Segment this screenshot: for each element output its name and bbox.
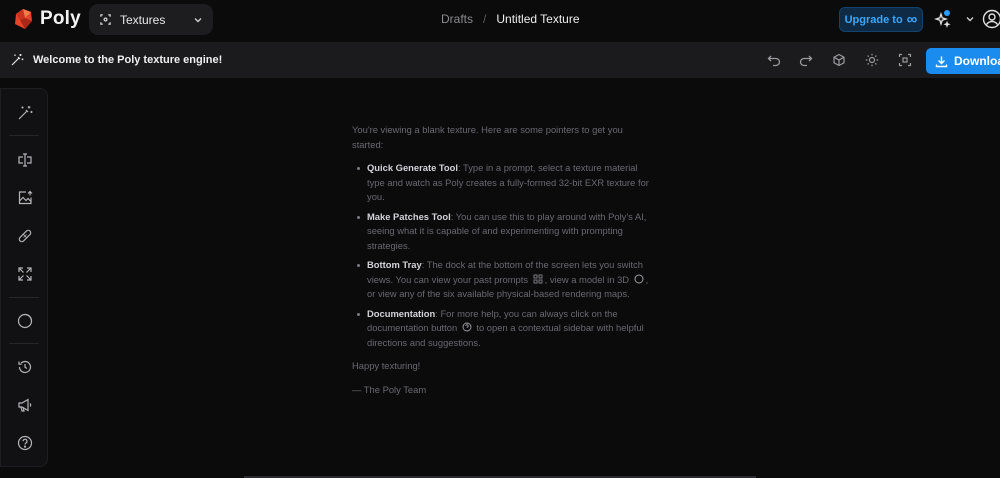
breadcrumb-drafts[interactable]: Drafts <box>441 12 473 26</box>
tip-title: Quick Generate Tool <box>367 162 458 173</box>
upgrade-label: Upgrade to <box>844 13 903 26</box>
signature-text: — The Poly Team <box>352 383 427 395</box>
download-button[interactable]: Download <box>926 48 1000 74</box>
texture-icon <box>100 14 111 25</box>
sidebar-divider <box>9 135 39 136</box>
redo-icon[interactable] <box>799 53 813 67</box>
project-type-select[interactable]: Textures <box>89 4 213 35</box>
download-label: Download <box>954 54 1000 68</box>
tip-title: Make Patches Tool <box>367 210 451 222</box>
expand-icon[interactable] <box>17 266 33 282</box>
tip-text: , view a model in 3D <box>544 273 630 285</box>
logo[interactable]: Poly <box>12 8 81 30</box>
cube-icon[interactable] <box>832 53 846 67</box>
image-upload-icon[interactable] <box>17 190 33 206</box>
list-item: Make Patches Tool: You can use this to p… <box>352 210 652 254</box>
texture-title[interactable]: Untitled Texture <box>496 12 579 26</box>
list-item: Bottom Tray: The dock at the bottom of t… <box>352 258 652 302</box>
tool-sidebar <box>0 88 48 467</box>
magic-wand-icon <box>11 54 24 66</box>
list-item: Documentation: For more help, you can al… <box>352 307 652 351</box>
text-cursor-icon[interactable] <box>17 152 33 168</box>
tip-title: Bottom Tray <box>367 259 422 270</box>
logo-text: Poly <box>40 8 81 29</box>
download-icon <box>935 56 948 67</box>
notification-dot <box>944 10 950 16</box>
onboarding-text: You're viewing a blank texture. Here are… <box>352 123 652 406</box>
project-type-label: Textures <box>120 12 166 27</box>
breadcrumb: Drafts / Untitled Texture <box>441 12 580 26</box>
bandage-icon[interactable] <box>17 228 33 244</box>
sidebar-divider <box>9 343 39 344</box>
sidebar-divider <box>9 297 39 298</box>
welcome-message: Welcome to the Poly texture engine! <box>33 54 223 66</box>
grid-icon <box>533 274 543 283</box>
list-item: Quick Generate Tool: Type in a prompt, s… <box>352 161 652 205</box>
top-bar: Poly Textures Drafts / Untitled Texture … <box>0 0 1000 42</box>
intro-paragraph: You're viewing a blank texture. Here are… <box>352 124 623 150</box>
sun-icon[interactable] <box>865 53 879 67</box>
chevron-down-icon <box>194 17 202 22</box>
chevron-down-icon[interactable] <box>964 13 976 25</box>
user-avatar-icon[interactable] <box>982 9 1000 29</box>
action-toolbar: Welcome to the Poly texture engine! <box>0 42 1000 78</box>
infinity-icon: ∞ <box>906 11 918 28</box>
megaphone-icon[interactable] <box>17 397 33 413</box>
tips-list: Quick Generate Tool: Type in a prompt, s… <box>352 161 652 350</box>
history-icon[interactable] <box>17 359 33 375</box>
breadcrumb-separator: / <box>483 12 487 26</box>
help-icon[interactable] <box>17 435 33 451</box>
focus-icon[interactable] <box>898 53 912 67</box>
magic-wand-icon[interactable] <box>17 105 33 121</box>
poly-logo-icon <box>15 9 32 29</box>
closing-text: Happy texturing! <box>352 360 421 371</box>
tip-title: Documentation <box>367 307 436 319</box>
help-icon <box>462 322 472 332</box>
undo-icon[interactable] <box>767 53 781 67</box>
circle-icon <box>634 274 644 283</box>
upgrade-button[interactable]: Upgrade to ∞ <box>839 7 923 32</box>
circle-half-icon[interactable] <box>17 313 33 329</box>
